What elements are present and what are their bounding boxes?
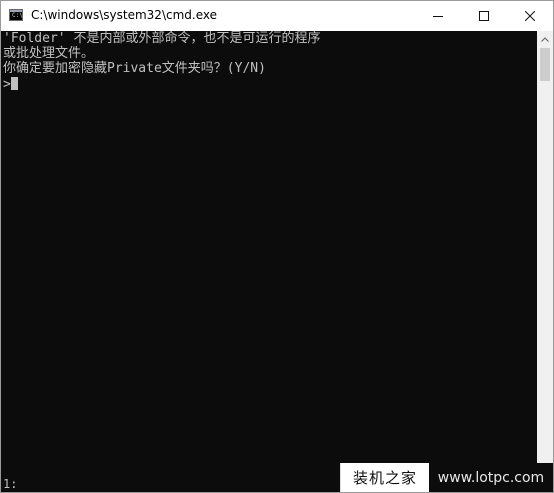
console-output[interactable]: 'Folder' 不是内部或外部命令，也不是可运行的程序 或批处理文件。 你确定… <box>1 31 537 492</box>
site-watermark: 装机之家 www.lotpc.com <box>340 463 553 492</box>
maximize-button[interactable] <box>461 1 507 31</box>
console-line-1: 'Folder' 不是内部或外部命令，也不是可运行的程序 <box>3 31 321 46</box>
scroll-up-arrow-icon <box>541 37 549 42</box>
window-title: C:\windows\system32\cmd.exe <box>31 8 217 22</box>
minimize-icon <box>433 16 443 17</box>
maximize-icon <box>479 11 489 21</box>
console-line-3: 你确定要加密隐藏Private文件夹吗？(Y/N) <box>3 61 266 76</box>
title-bar[interactable]: C:\ C:\windows\system32\cmd.exe <box>1 1 553 31</box>
console-app-icon[interactable]: C:\ <box>9 9 23 21</box>
watermark-cn-text: 装机之家 <box>340 463 429 492</box>
prompt-symbol: > <box>3 77 11 92</box>
close-button[interactable] <box>507 1 553 31</box>
close-icon <box>525 11 535 21</box>
console-prompt-line[interactable]: > <box>3 77 18 92</box>
console-status: 1: <box>3 477 18 491</box>
console-line-2: 或批处理文件。 <box>3 46 95 61</box>
scroll-thumb[interactable] <box>540 48 550 81</box>
cmd-window: C:\ C:\windows\system32\cmd.exe 'Folder'… <box>0 0 554 493</box>
minimize-button[interactable] <box>415 1 461 31</box>
vertical-scrollbar[interactable] <box>537 31 553 492</box>
scroll-up-button[interactable] <box>537 31 553 48</box>
text-cursor <box>10 77 18 90</box>
watermark-url: www.lotpc.com <box>429 463 553 492</box>
